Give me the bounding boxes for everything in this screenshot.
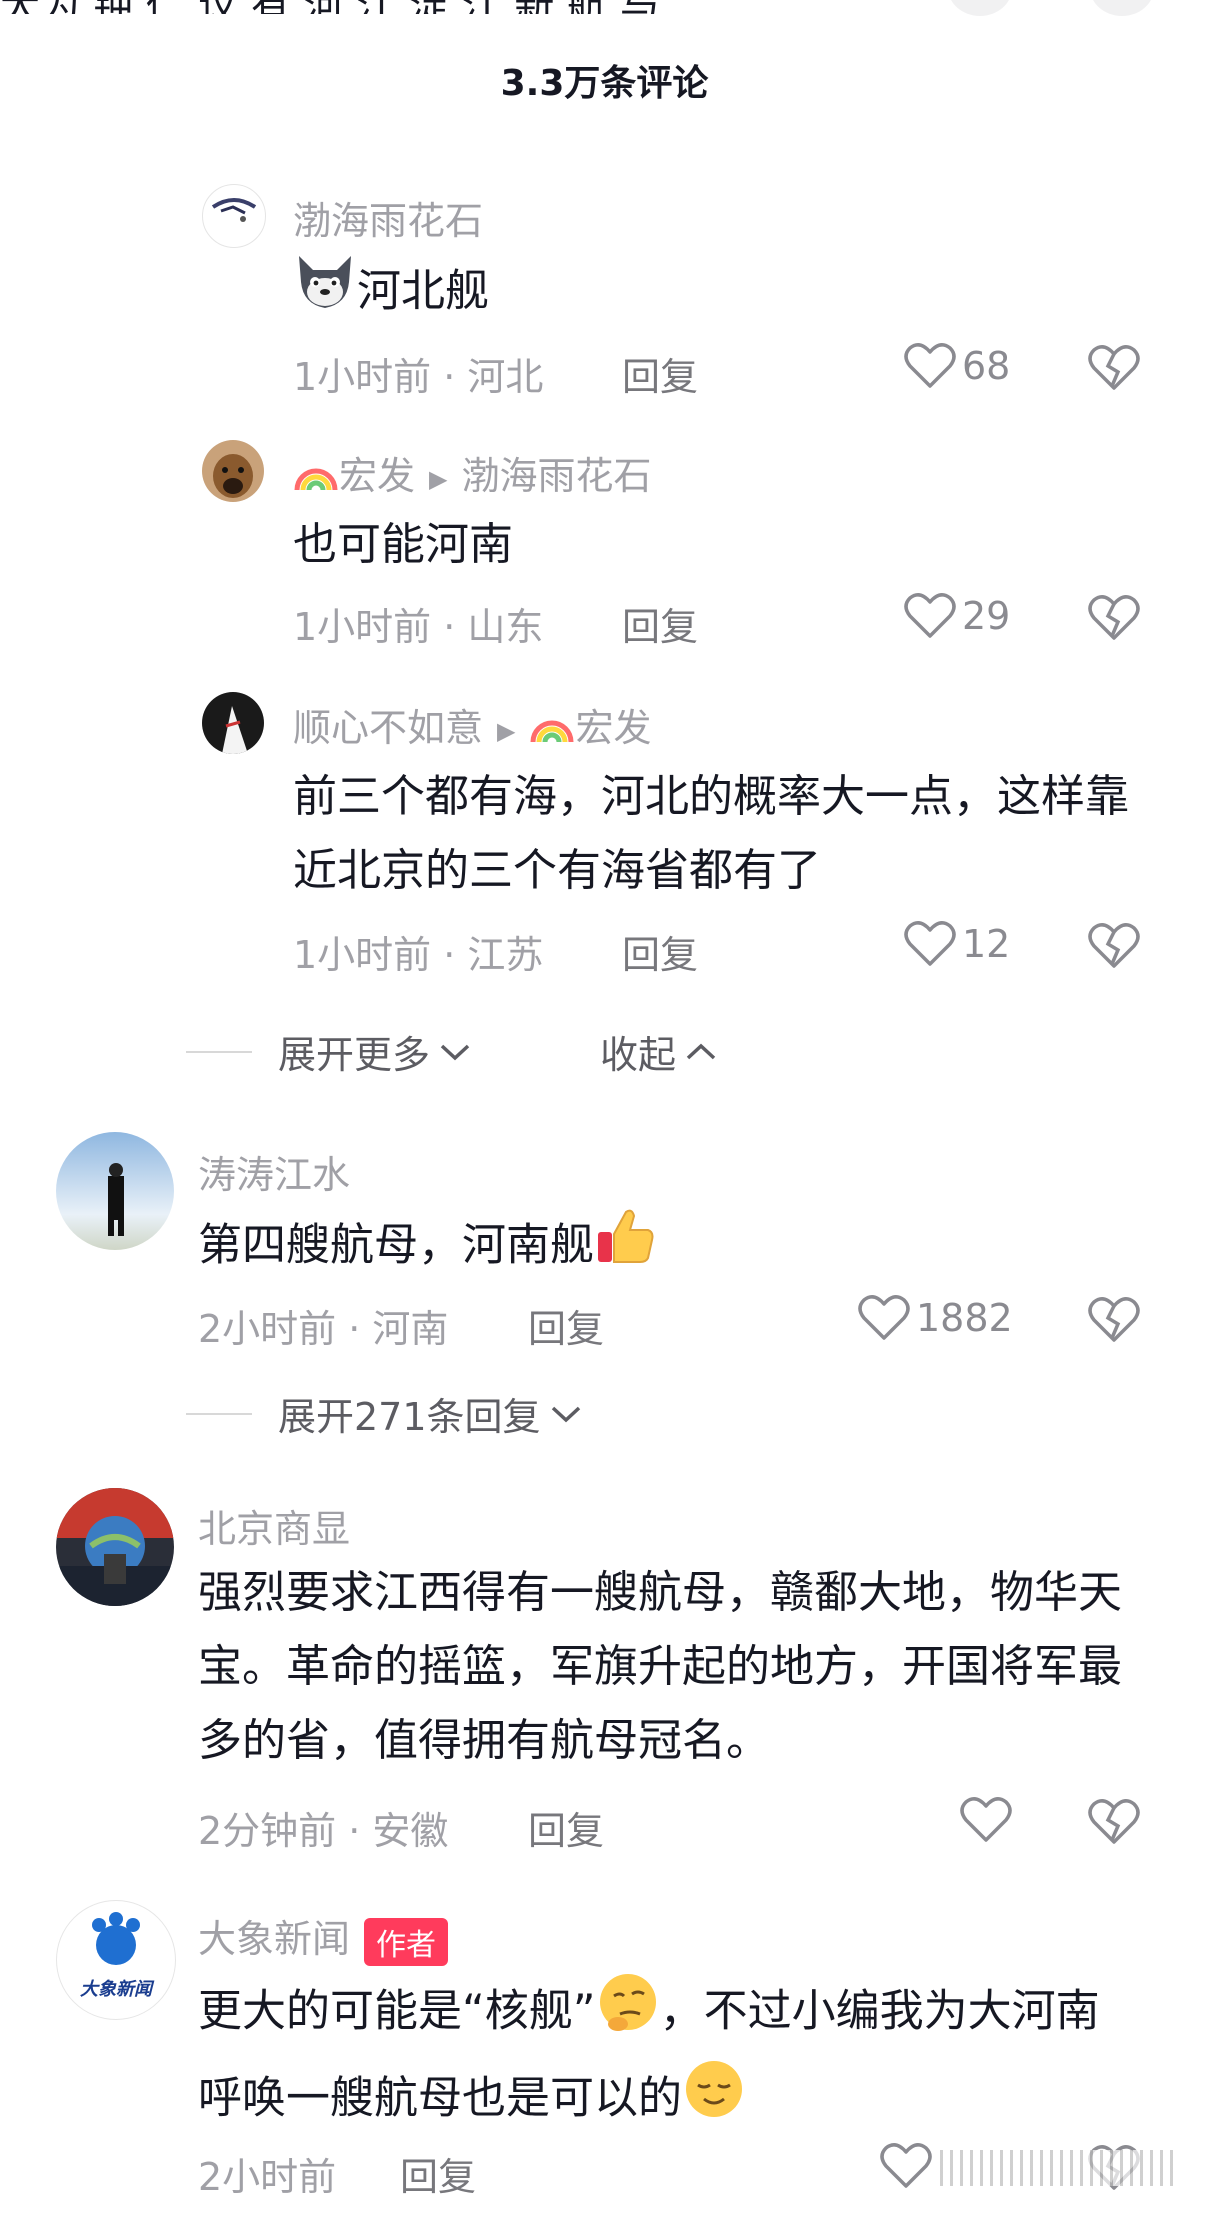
username[interactable]: 宏发 — [339, 454, 415, 498]
comment-text: 更大的可能是“核舰” ，不过小编我为大河南呼唤一艘航母也是可以的 — [198, 1970, 1123, 2144]
like-button[interactable]: 68 — [904, 342, 1010, 390]
thumbs-up-icon — [594, 1204, 658, 1291]
avatar-image — [211, 198, 257, 222]
thinking-face-icon — [596, 1970, 660, 2057]
dislike-button[interactable] — [1088, 922, 1140, 974]
avatar-image — [213, 454, 253, 498]
watermark-bar — [940, 2150, 1180, 2186]
comment-text-content: 第四艘航母，河南舰 — [198, 1219, 594, 1271]
broken-heart-icon — [1088, 1799, 1140, 1844]
collapse-button[interactable]: 收起 — [600, 1024, 718, 1079]
like-count: 12 — [962, 922, 1011, 966]
reply-user-line: 顺心不如意 ▶ 宏发 — [293, 697, 652, 753]
smiling-face-icon — [682, 2057, 746, 2144]
like-button[interactable] — [960, 1796, 1018, 1844]
like-button[interactable]: 1882 — [858, 1294, 1013, 1342]
expand-more-label: 展开更多 — [278, 1033, 431, 1077]
comment-meta: 2分钟前 · 安徽 — [198, 1809, 449, 1853]
rainbow-icon — [293, 456, 339, 501]
reply-arrow-icon: ▶ — [497, 716, 516, 745]
avatar[interactable] — [56, 1132, 174, 1250]
heart-icon — [904, 921, 956, 966]
heart-icon — [880, 2143, 932, 2188]
chevron-down-icon — [551, 1406, 580, 1422]
divider-line — [186, 1412, 252, 1415]
author-badge: 作者 — [364, 1917, 449, 1966]
expand-more-button[interactable]: 展开更多 — [186, 1024, 472, 1079]
dislike-button[interactable] — [1088, 1798, 1140, 1850]
avatar[interactable] — [202, 440, 264, 502]
reply-button[interactable]: 回复 — [622, 596, 698, 651]
comment-text: 强烈要求江西得有一艘航母，赣鄱大地，物华天宝。革命的摇篮，军旗升起的地方，开国将… — [198, 1567, 1122, 1766]
avatar[interactable] — [56, 1488, 174, 1606]
reply-button[interactable]: 回复 — [400, 2146, 476, 2201]
reply-button[interactable]: 回复 — [622, 346, 698, 401]
comment-meta: 2小时前 — [198, 2155, 337, 2199]
comment-text: 第四艘航母，河南舰 — [198, 1204, 1138, 1291]
avatar-logo-text: 大象新闻 — [80, 1979, 155, 2000]
expand-replies-label: 展开271条回复 — [278, 1395, 541, 1439]
comment-meta: 2小时前 · 河南 — [198, 1307, 449, 1351]
broken-heart-icon — [1088, 345, 1140, 390]
collapse-label: 收起 — [600, 1033, 677, 1077]
chevron-down-icon — [440, 1044, 470, 1060]
reply-to-user[interactable]: 渤海雨花石 — [461, 454, 651, 498]
comment-meta: 1小时前 · 河北 — [293, 355, 544, 399]
reply-button[interactable]: 回复 — [528, 1800, 604, 1855]
like-count: 29 — [962, 594, 1011, 638]
avatar[interactable]: 大象新闻 — [56, 1900, 176, 2020]
username[interactable]: 渤海雨花石 — [293, 190, 483, 245]
reply-user-line: 宏发 ▶ 渤海雨花石 — [293, 445, 652, 501]
top-partial-label: 大为 钟 仁 议 有 河 江 淀 江 新 航 与 — [0, 0, 660, 14]
like-button[interactable]: 12 — [904, 920, 1010, 968]
like-button[interactable] — [880, 2142, 938, 2190]
heart-icon — [858, 1295, 910, 1340]
broken-heart-icon — [1088, 595, 1140, 640]
comment-text: 河北舰 — [293, 252, 1133, 335]
reply-button[interactable]: 回复 — [622, 924, 698, 979]
username[interactable]: 顺心不如意 — [293, 706, 483, 750]
like-count: 1882 — [916, 1296, 1013, 1340]
rainbow-icon — [529, 708, 575, 753]
top-partial-text: 大为 钟 仁 议 有 河 江 淀 江 新 航 与 — [0, 0, 1209, 14]
username[interactable]: 大象新闻 — [198, 1917, 350, 1961]
heart-icon — [960, 1797, 1012, 1842]
dislike-button[interactable] — [1088, 594, 1140, 646]
reply-arrow-icon: ▶ — [429, 464, 448, 493]
dislike-button[interactable] — [1088, 1296, 1140, 1348]
divider-line — [186, 1050, 252, 1053]
avatar-image: 大象新闻 — [80, 1912, 155, 2000]
wolf-emoji-icon — [293, 252, 357, 335]
comment-text: 前三个都有海，河北的概率大一点，这样靠近北京的三个有海省都有了 — [293, 771, 1129, 896]
like-count: 68 — [962, 344, 1011, 388]
heart-icon — [904, 343, 956, 388]
avatar-image — [56, 1488, 174, 1606]
reply-button[interactable]: 回复 — [528, 1298, 604, 1353]
dislike-button[interactable] — [1088, 344, 1140, 396]
comment-meta: 1小时前 · 江苏 — [293, 933, 544, 977]
avatar-image — [108, 1163, 124, 1236]
broken-heart-icon — [1088, 923, 1140, 968]
comment-count-title: 3.3万条评论 — [500, 63, 709, 104]
broken-heart-icon — [1088, 1297, 1140, 1342]
avatar-image — [222, 706, 248, 754]
username[interactable]: 北京商显 — [198, 1498, 350, 1553]
avatar[interactable] — [202, 692, 264, 754]
comment-meta: 1小时前 · 山东 — [293, 605, 544, 649]
username-line: 大象新闻 作者 — [198, 1908, 449, 1966]
username[interactable]: 涛涛江水 — [198, 1144, 350, 1199]
heart-icon — [904, 593, 956, 638]
like-button[interactable]: 29 — [904, 592, 1010, 640]
expand-replies-button[interactable]: 展开271条回复 — [186, 1386, 583, 1441]
comment-text-content: 河北舰 — [357, 265, 489, 317]
avatar[interactable] — [202, 184, 266, 248]
reply-to-user[interactable]: 宏发 — [575, 706, 651, 750]
chevron-up-icon — [686, 1043, 716, 1059]
comment-text: 也可能河南 — [293, 519, 513, 570]
comment-text-part-a: 更大的可能是“核舰” — [198, 1985, 596, 2037]
